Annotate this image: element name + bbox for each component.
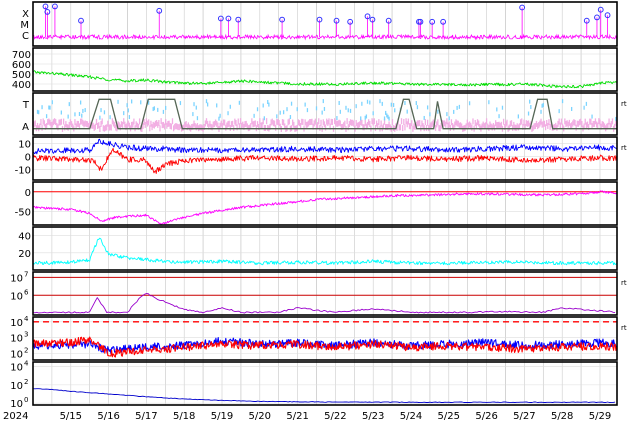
x-tick-label: 5/25: [438, 411, 460, 422]
x-tick-label: 5/17: [135, 411, 157, 422]
y-tick-label: 400: [12, 80, 31, 91]
panel-right-label: rt: [621, 324, 627, 332]
panel-right-label: rt: [621, 144, 627, 152]
panel-frame-kp-index: [32, 226, 618, 271]
y-tick-label: 10: [10, 334, 23, 345]
x-tick-label: 5/19: [211, 411, 233, 422]
x-tick-label: 5/21: [286, 411, 308, 422]
y-tick-label: -10: [15, 166, 31, 177]
xray-background-series-0: [32, 388, 616, 403]
y-tick-exponent: 0: [24, 396, 28, 404]
y-tick-label: 40: [18, 232, 31, 243]
proton-flux-series-0: [32, 293, 616, 314]
y-tick-exponent: 4: [24, 360, 29, 368]
panel-right-label: rt: [621, 279, 627, 287]
y-tick-label: M: [20, 20, 29, 31]
dst-index-series-0: [32, 190, 617, 225]
y-tick-label: -50: [15, 207, 31, 218]
y-tick-label: 10: [10, 350, 23, 361]
x-tick-label: 5/28: [551, 411, 573, 422]
y-tick-label: 600: [12, 60, 31, 71]
x-tick-label: 5/29: [589, 411, 611, 422]
y-tick-label: 10: [10, 291, 23, 302]
y-tick-label: 10: [18, 140, 31, 151]
x-tick-label: 5/22: [324, 411, 346, 422]
y-tick-label: 500: [12, 70, 31, 81]
y-tick-label: 10: [10, 363, 23, 374]
x-tick-label: 5/20: [249, 411, 271, 422]
x-tick-label: 5/24: [400, 411, 422, 422]
x-tick-label: 5/18: [173, 411, 195, 422]
flare-flux-line: [32, 33, 617, 41]
space-weather-stacked-chart: 5/15 5/16 5/17 5/18 5/19 5/20 5/21 5/22 5/23 5/24…: [3, 1, 627, 422]
y-tick-label: 10: [10, 399, 23, 410]
y-tick-label: 10: [10, 318, 23, 329]
x-tick-label: 5/26: [475, 411, 497, 422]
x-tick-label: 5/16: [97, 411, 119, 422]
y-tick-exponent: 6: [24, 288, 29, 296]
kp-index-series-0: [32, 237, 617, 266]
y-tick-label: A: [22, 122, 29, 133]
y-tick-label: 0: [25, 188, 31, 199]
x-tick-label: 5/27: [513, 411, 535, 422]
y-tick-exponent: 7: [24, 270, 28, 278]
y-tick-exponent: 3: [24, 331, 28, 339]
panel-frame-dst-index: [32, 181, 618, 226]
y-tick-label: 20: [18, 249, 31, 260]
y-tick-label: 700: [12, 50, 31, 61]
y-tick-label: C: [22, 31, 29, 42]
x-tick-label: 5/23: [362, 411, 384, 422]
panel-right-label: rt: [621, 100, 627, 108]
x-tick-label: 5/15: [60, 411, 82, 422]
panel-frame-flare-class: [32, 1, 618, 47]
panel-frame-proton-flux: [32, 271, 618, 316]
y-tick-exponent: 4: [24, 315, 29, 323]
year-label: 2024: [3, 411, 28, 422]
y-tick-label: 10: [10, 381, 23, 392]
y-tick-label: X: [22, 9, 29, 20]
y-tick-exponent: 2: [24, 347, 28, 355]
y-tick-label: T: [22, 100, 30, 111]
y-tick-label: 0: [25, 153, 31, 164]
imf-bz-series-0: [32, 138, 617, 155]
solar-wind-speed-series-0: [32, 70, 617, 89]
y-tick-exponent: 2: [24, 378, 28, 386]
panel-frame-xray-background: [32, 361, 618, 406]
y-tick-label: 10: [10, 273, 23, 284]
